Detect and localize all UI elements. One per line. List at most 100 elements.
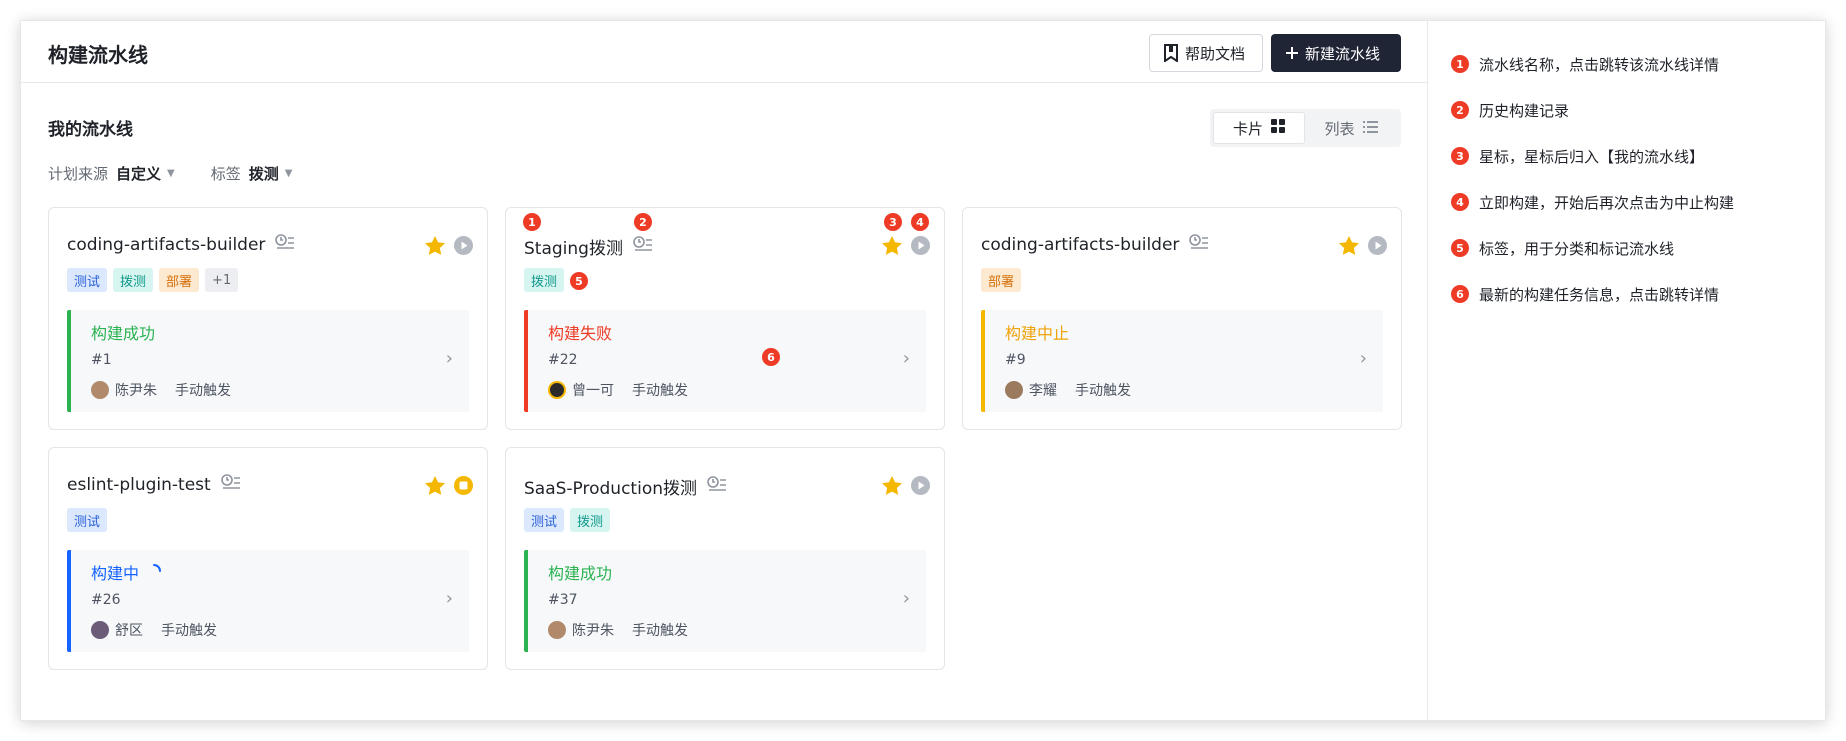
- annotation-note: 3 星标，星标后归入【我的流水线】: [1451, 133, 1734, 179]
- build-status-text: 构建成功: [548, 564, 613, 583]
- annotation-text: 历史构建记录: [1479, 101, 1570, 120]
- tag[interactable]: 部署: [981, 268, 1022, 292]
- annotation-marker: 4: [1451, 193, 1469, 211]
- build-meta: 李耀 手动触发: [1005, 380, 1131, 400]
- build-meta: 陈尹朱 手动触发: [91, 380, 231, 400]
- filter-value: 拨测: [248, 165, 279, 183]
- filter-plan-source[interactable]: 计划来源 自定义 ▼: [48, 163, 175, 184]
- star-icon[interactable]: [1339, 236, 1359, 259]
- pipeline-name[interactable]: SaaS-Production拨测: [524, 474, 727, 499]
- build-status-text: 构建中: [91, 564, 140, 583]
- pipeline-name-text: SaaS-Production拨测: [524, 479, 697, 499]
- list-view-option[interactable]: 列表: [1305, 112, 1397, 144]
- pipeline-name-text: Staging拨测: [524, 239, 623, 259]
- annotation-marker: 1: [523, 213, 541, 231]
- star-icon[interactable]: [882, 476, 902, 499]
- star-icon[interactable]: [425, 236, 445, 259]
- annotation-marker: 3: [884, 213, 902, 231]
- build-number: #1: [91, 352, 112, 368]
- view-toggle: 卡片 列表: [1210, 109, 1401, 147]
- annotation-note: 2 历史构建记录: [1451, 87, 1734, 133]
- new-pipeline-button[interactable]: 新建流水线: [1271, 34, 1401, 72]
- tag[interactable]: 拨测: [113, 268, 154, 292]
- list-view-label: 列表: [1324, 119, 1355, 138]
- build-status-text: 构建中止: [1005, 324, 1070, 343]
- annotation-text: 星标，星标后归入【我的流水线】: [1479, 147, 1705, 166]
- latest-build[interactable]: 构建成功 #1 陈尹朱 手动触发 ›: [67, 310, 469, 412]
- annotation-marker: 3: [1451, 147, 1469, 165]
- star-icon[interactable]: [425, 476, 445, 499]
- main-panel: 构建流水线 帮助文档 新建流水线 我的流水线 卡片 列表 计划来源 自定义 ▼ …: [21, 21, 1427, 720]
- build-history-icon[interactable]: [1189, 234, 1209, 255]
- filter-tag[interactable]: 标签 拨测 ▼: [211, 163, 293, 184]
- build-status: 构建中: [91, 560, 162, 584]
- build-user: 曾一可: [572, 383, 614, 399]
- chevron-right-icon: ›: [902, 588, 910, 609]
- tag[interactable]: 部署: [159, 268, 200, 292]
- build-meta: 曾一可 手动触发: [548, 380, 688, 400]
- pipeline-name[interactable]: coding-artifacts-builder: [981, 234, 1209, 255]
- build-number: #22: [548, 352, 578, 368]
- filter-bar: 计划来源 自定义 ▼ 标签 拨测 ▼: [48, 163, 328, 184]
- chevron-right-icon: ›: [902, 348, 910, 369]
- pipeline-name[interactable]: eslint-plugin-test: [67, 474, 241, 495]
- run-build-icon[interactable]: [1368, 236, 1387, 259]
- tag[interactable]: 测试: [67, 268, 108, 292]
- build-trigger: 手动触发: [632, 383, 688, 399]
- latest-build[interactable]: 构建中止 #9 李耀 手动触发 ›: [981, 310, 1383, 412]
- latest-build[interactable]: 构建成功 #37 陈尹朱 手动触发 ›: [524, 550, 926, 652]
- avatar: [1005, 381, 1023, 399]
- stop-build-icon[interactable]: [454, 476, 473, 499]
- avatar: [548, 621, 566, 639]
- build-status: 构建成功: [548, 560, 612, 584]
- pipeline-name[interactable]: coding-artifacts-builder: [67, 234, 295, 255]
- list-icon: [1362, 119, 1378, 137]
- pipeline-card[interactable]: coding-artifacts-builder 测试 拨测 部署 +1 构建成…: [48, 207, 488, 430]
- annotation-marker: 5: [570, 272, 588, 290]
- build-status: 构建成功: [91, 320, 155, 344]
- filter-label: 标签: [210, 165, 241, 183]
- chevron-right-icon: ›: [445, 348, 453, 369]
- build-history-icon[interactable]: [220, 474, 241, 495]
- annotation-text: 立即构建，开始后再次点击为中止构建: [1479, 193, 1735, 212]
- build-history-icon[interactable]: [633, 236, 653, 257]
- build-history-icon[interactable]: [707, 476, 727, 497]
- build-meta: 陈尹朱 手动触发: [548, 620, 688, 640]
- build-number: #9: [1005, 352, 1026, 368]
- caret-down-icon: ▼: [284, 168, 293, 179]
- new-pipeline-label: 新建流水线: [1305, 44, 1381, 63]
- pipeline-card[interactable]: SaaS-Production拨测 测试 拨测 构建成功 #37 陈尹朱 手动触…: [505, 447, 945, 670]
- tag-list: 测试 拨测 部署 +1: [67, 268, 239, 292]
- annotation-text: 最新的构建任务信息，点击跳转详情: [1479, 285, 1720, 304]
- tag[interactable]: 测试: [67, 508, 108, 532]
- pipeline-name[interactable]: Staging拨测: [524, 234, 653, 259]
- build-user: 李耀: [1029, 383, 1057, 399]
- pipeline-name-text: coding-artifacts-builder: [67, 234, 266, 255]
- card-view-label: 卡片: [1232, 119, 1263, 138]
- more-tags[interactable]: +1: [205, 268, 239, 292]
- tag[interactable]: 测试: [524, 508, 565, 532]
- card-view-option[interactable]: 卡片: [1213, 112, 1305, 144]
- build-trigger: 手动触发: [1075, 383, 1131, 399]
- pipeline-card[interactable]: coding-artifacts-builder 部署 构建中止 #9 李耀 手…: [962, 207, 1402, 430]
- tag-list: 拨测: [524, 268, 565, 292]
- latest-build[interactable]: 构建中 #26 舒区 手动触发 ›: [67, 550, 469, 652]
- run-build-icon[interactable]: [911, 236, 930, 259]
- panel-divider: [1427, 21, 1428, 720]
- pipeline-card[interactable]: Staging拨测 拨测 构建失败 #22 曾一可 手动触发 › 1 2 3 4…: [505, 207, 945, 430]
- build-trigger: 手动触发: [161, 623, 217, 639]
- tag[interactable]: 拨测: [524, 268, 565, 292]
- run-build-icon[interactable]: [911, 476, 930, 499]
- page-header: 构建流水线 帮助文档 新建流水线: [21, 21, 1427, 83]
- build-number: #37: [548, 592, 578, 608]
- tag[interactable]: 拨测: [570, 508, 611, 532]
- build-history-icon[interactable]: [275, 234, 295, 255]
- run-build-icon[interactable]: [454, 236, 473, 259]
- star-icon[interactable]: [882, 236, 902, 259]
- help-docs-button[interactable]: 帮助文档: [1149, 34, 1263, 72]
- annotation-marker: 1: [1451, 55, 1469, 73]
- pipeline-card[interactable]: eslint-plugin-test 测试 构建中 #26 舒区 手动触发 ›: [48, 447, 488, 670]
- latest-build[interactable]: 构建失败 #22 曾一可 手动触发 ›: [524, 310, 926, 412]
- annotation-marker: 2: [634, 213, 652, 231]
- annotation-note: 4 立即构建，开始后再次点击为中止构建: [1451, 179, 1734, 225]
